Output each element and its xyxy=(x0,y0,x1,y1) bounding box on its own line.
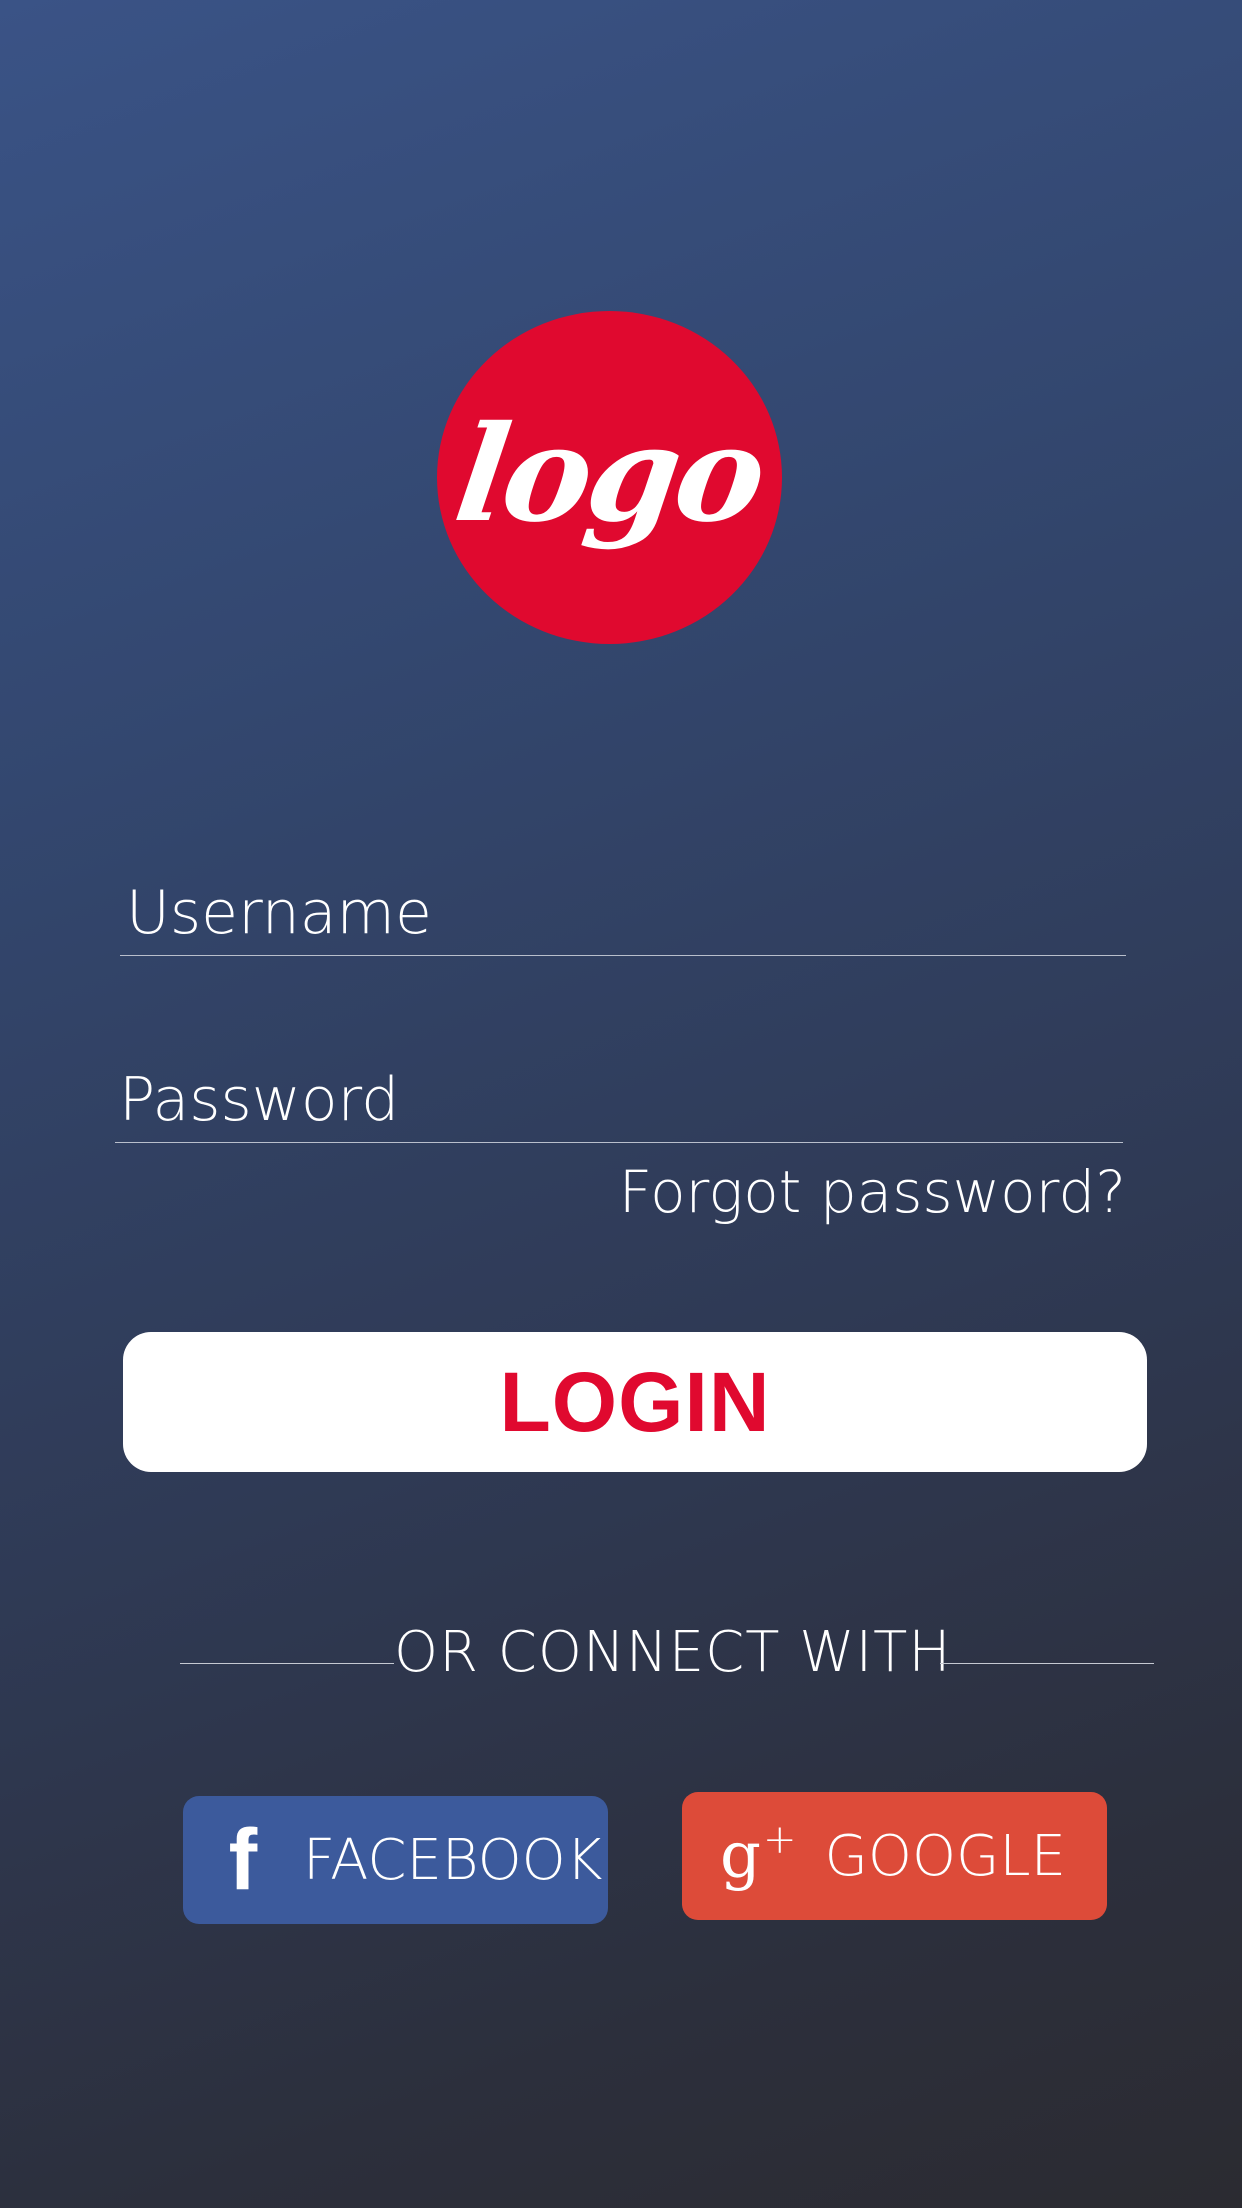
login-button[interactable]: LOGIN xyxy=(123,1332,1147,1472)
divider-line-left xyxy=(180,1663,394,1664)
google-plus-glyph: + xyxy=(762,1817,797,1863)
google-plus-icon: g + xyxy=(720,1819,796,1893)
google-login-button[interactable]: g + GOOGLE xyxy=(682,1792,1107,1920)
username-input[interactable] xyxy=(120,868,1126,958)
username-underline xyxy=(120,955,1126,956)
facebook-icon: f xyxy=(228,1812,258,1908)
password-input[interactable] xyxy=(113,1055,1123,1145)
app-logo: logo xyxy=(437,311,782,644)
divider-line-right xyxy=(940,1663,1154,1664)
connect-with-label: OR CONNECT WITH xyxy=(394,1620,952,1685)
forgot-password-link[interactable]: Forgot password? xyxy=(560,1158,1126,1226)
facebook-login-button[interactable]: f FACEBOOK xyxy=(183,1796,608,1924)
facebook-label: FACEBOOK xyxy=(303,1827,603,1893)
logo-text: logo xyxy=(447,397,772,552)
password-underline xyxy=(115,1142,1123,1143)
google-label: GOOGLE xyxy=(824,1823,1067,1889)
google-g-glyph: g xyxy=(720,1819,761,1893)
